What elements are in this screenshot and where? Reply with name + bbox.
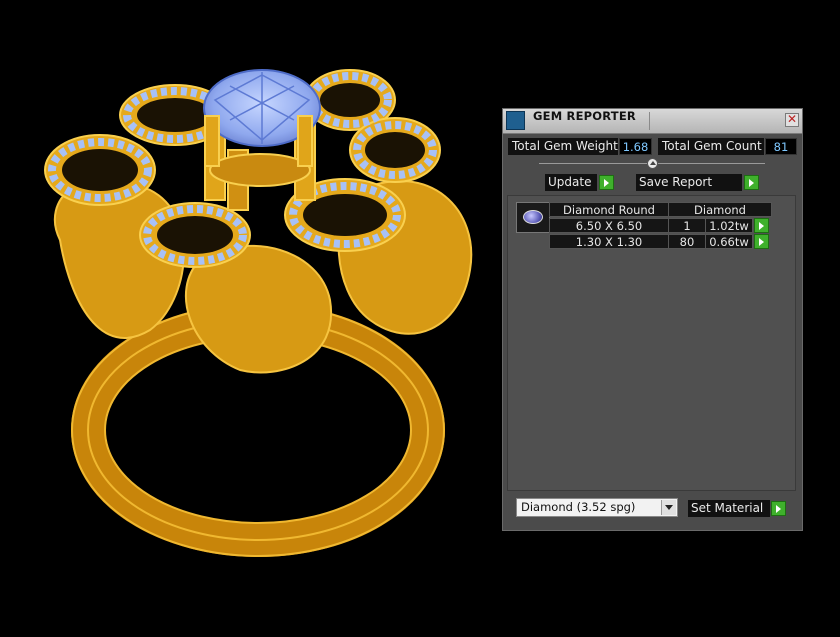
set-material-button[interactable]: Set Material — [688, 500, 770, 517]
center-setting — [203, 69, 321, 211]
panel-titlebar[interactable]: GEM REPORTER ✕ — [503, 109, 802, 134]
row-play-arrow-icon[interactable] — [754, 218, 769, 233]
header-shape: Diamond Round — [549, 202, 669, 217]
update-play-arrow-icon[interactable] — [599, 175, 614, 190]
table-row-weight: 1.02tw — [705, 218, 753, 233]
material-select-value: Diamond (3.52 spg) — [521, 500, 636, 514]
gem-reporter-panel: GEM REPORTER ✕ Total Gem Weight 1.68 Tot… — [502, 108, 803, 531]
save-report-button[interactable]: Save Report — [636, 174, 742, 191]
table-row-count: 80 — [668, 234, 706, 249]
ring-model — [44, 69, 473, 557]
gem-thumbnail[interactable] — [516, 202, 550, 233]
close-icon[interactable]: ✕ — [785, 113, 799, 127]
update-button[interactable]: Update — [545, 174, 597, 191]
set-material-play-arrow-icon[interactable] — [771, 501, 786, 516]
total-gem-count-label: Total Gem Count — [658, 138, 764, 155]
dropdown-arrow-icon[interactable] — [661, 500, 676, 515]
title-divider — [649, 112, 650, 130]
total-gem-weight-value: 1.68 — [619, 138, 652, 155]
slider-knob[interactable] — [647, 158, 658, 169]
table-row-weight: 0.66tw — [705, 234, 753, 249]
panel-title: GEM REPORTER — [533, 109, 636, 123]
table-row-size: 1.30 X 1.30 — [549, 234, 669, 249]
app-icon — [506, 111, 525, 130]
total-gem-count-value: 81 — [765, 138, 797, 155]
save-report-play-arrow-icon[interactable] — [744, 175, 759, 190]
3d-viewport[interactable] — [0, 0, 500, 633]
table-row-size: 6.50 X 6.50 — [549, 218, 669, 233]
row-play-arrow-icon[interactable] — [754, 234, 769, 249]
total-gem-weight-label: Total Gem Weight — [508, 138, 618, 155]
table-row-count: 1 — [668, 218, 706, 233]
round-gem-icon — [523, 210, 543, 224]
gem-list-area: Diamond Round Diamond 6.50 X 6.50 1 1.02… — [507, 195, 796, 491]
header-material: Diamond — [668, 202, 772, 217]
material-select[interactable]: Diamond (3.52 spg) — [516, 498, 678, 517]
